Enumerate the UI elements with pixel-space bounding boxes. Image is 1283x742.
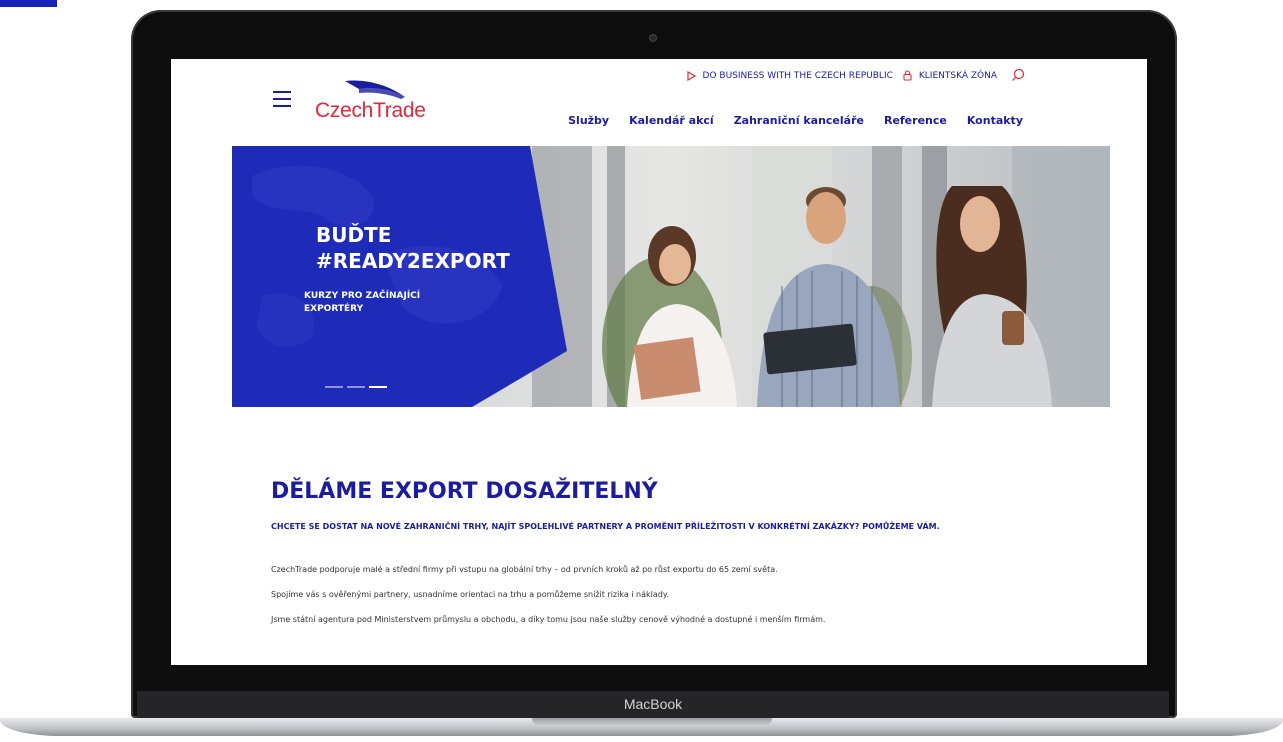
nav-item-sluzby[interactable]: Služby <box>568 114 609 127</box>
top-link-client-zone[interactable]: KLIENTSKÁ ZÓNA <box>903 70 997 81</box>
nav-item-kontakty[interactable]: Kontakty <box>967 114 1023 127</box>
lock-icon <box>903 70 912 81</box>
webcam <box>650 35 656 41</box>
play-triangle-icon <box>686 70 696 81</box>
slider-dot-3[interactable] <box>369 386 387 388</box>
top-link-business[interactable]: DO BUSINESS WITH THE CZECH REPUBLIC <box>686 70 893 81</box>
nav-item-kalendar[interactable]: Kalendář akcí <box>629 114 714 127</box>
page-headline: DĚLÁME EXPORT DOSAŽITELNÝ <box>271 479 658 504</box>
paragraph-3: Jsme státní agentura pod Ministerstvem p… <box>271 615 826 624</box>
logo-text: CzechTrade <box>315 99 426 122</box>
hero-subtitle: KURZY PRO ZAČÍNAJÍCÍ EXPORTÉRY <box>304 291 421 314</box>
top-link-client-zone-label: KLIENTSKÁ ZÓNA <box>918 70 997 81</box>
main-navigation: Služby Kalendář akcí Zahraniční kancelář… <box>548 114 1023 127</box>
laptop-base-notch <box>532 718 772 726</box>
hero-blue-panel <box>232 146 567 407</box>
hero-banner[interactable]: BUĎTE #READY2EXPORT KURZY PRO ZAČÍNAJÍCÍ… <box>232 146 1110 407</box>
utility-nav: DO BUSINESS WITH THE CZECH REPUBLIC KLIE… <box>686 70 997 81</box>
device-brand-label: MacBook <box>623 696 683 712</box>
hero-title-line1: BUĎTE <box>316 223 392 247</box>
slider-pagination <box>325 386 391 388</box>
paragraph-1: CzechTrade podporuje malé a střední firm… <box>271 565 778 574</box>
paragraph-2: Spojíme vás s ověřenými partnery, usnadn… <box>271 590 669 599</box>
menu-icon[interactable] <box>273 91 291 107</box>
nav-item-kancelare[interactable]: Zahraniční kanceláře <box>734 114 864 127</box>
search-icon[interactable] <box>1011 68 1025 82</box>
slider-dot-1[interactable] <box>325 386 343 388</box>
slider-dot-2[interactable] <box>347 386 365 388</box>
lead-text: CHCETE SE DOSTAT NA NOVÉ ZAHRANIČNÍ TRHY… <box>271 522 940 531</box>
hero-title-line2: #READY2EXPORT <box>316 249 510 273</box>
corner-accent <box>0 0 57 7</box>
top-link-business-label: DO BUSINESS WITH THE CZECH REPUBLIC <box>702 70 893 81</box>
hero-title: BUĎTE #READY2EXPORT <box>316 222 510 274</box>
browser-screen: CzechTrade DO BUSINESS WITH THE CZECH RE… <box>171 59 1147 665</box>
czechtrade-logo[interactable]: CzechTrade <box>315 79 455 125</box>
nav-item-reference[interactable]: Reference <box>884 114 947 127</box>
